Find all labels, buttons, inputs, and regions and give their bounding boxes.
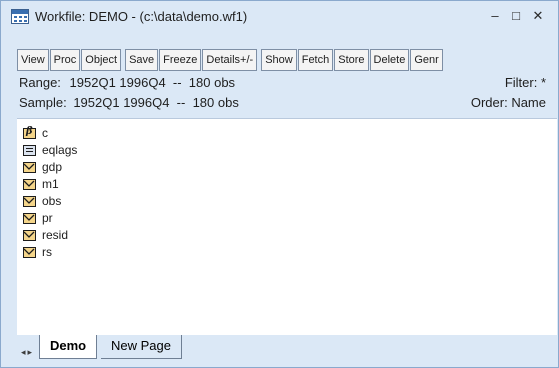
- tab-new-page[interactable]: New Page: [101, 335, 182, 359]
- maximize-button[interactable]: □: [505, 7, 527, 25]
- object-name: m1: [42, 177, 59, 191]
- series-icon: [23, 212, 36, 224]
- title-bar[interactable]: Workfile: DEMO - (c:\data\demo.wf1) – □ …: [1, 1, 558, 33]
- page-tab-bar: ◂▸ Demo New Page: [17, 335, 557, 365]
- series-icon: [23, 195, 36, 207]
- series-icon: [23, 246, 36, 258]
- range-info: Range: 1952Q1 1996Q4 -- 180 obs: [19, 75, 235, 90]
- sample-info: Sample: 1952Q1 1996Q4 -- 180 obs: [19, 95, 239, 110]
- object-name: resid: [42, 228, 69, 242]
- tab-demo[interactable]: Demo: [39, 335, 98, 359]
- list-item[interactable]: m1: [23, 178, 59, 190]
- sample-label: Sample:: [19, 95, 67, 110]
- list-item[interactable]: gdp: [23, 161, 62, 173]
- object-button[interactable]: Object: [81, 49, 122, 71]
- order-info: Order: Name: [470, 95, 546, 110]
- list-item[interactable]: obs: [23, 195, 61, 207]
- object-name: obs: [42, 194, 62, 208]
- toolbar: View Proc Object Save Freeze Details+/- …: [17, 49, 444, 71]
- store-button[interactable]: Store: [334, 49, 369, 71]
- close-button[interactable]: ✕: [527, 7, 549, 25]
- freeze-button[interactable]: Freeze: [159, 49, 202, 71]
- list-item[interactable]: eqlags: [23, 144, 77, 156]
- list-item[interactable]: resid: [23, 229, 68, 241]
- object-name: pr: [42, 211, 53, 225]
- series-icon: [23, 161, 36, 173]
- list-item[interactable]: rs: [23, 246, 52, 258]
- object-list: β c eqlags gdp m1 obs pr resid rs: [17, 118, 557, 336]
- filter-info: Filter: *: [504, 75, 546, 90]
- genr-button[interactable]: Genr: [410, 49, 443, 71]
- tab-scroll-arrows-icon[interactable]: ◂▸: [21, 347, 34, 358]
- object-name: c: [42, 126, 48, 140]
- workfile-icon: [11, 9, 29, 24]
- list-item[interactable]: pr: [23, 212, 53, 224]
- object-name: gdp: [42, 160, 63, 174]
- minimize-button[interactable]: –: [484, 7, 506, 25]
- delete-button[interactable]: Delete: [369, 49, 410, 71]
- details-button[interactable]: Details+/-: [202, 49, 258, 71]
- save-button[interactable]: Save: [125, 49, 159, 71]
- range-label: Range:: [19, 75, 61, 90]
- fetch-button[interactable]: Fetch: [297, 49, 334, 71]
- window-title: Workfile: DEMO - (c:\data\demo.wf1): [35, 9, 248, 24]
- equation-icon: [23, 144, 36, 156]
- view-button[interactable]: View: [17, 49, 49, 71]
- show-button[interactable]: Show: [261, 49, 297, 71]
- series-icon: [23, 229, 36, 241]
- range-value: 1952Q1 1996Q4 -- 180 obs: [69, 75, 236, 90]
- sample-value: 1952Q1 1996Q4 -- 180 obs: [73, 95, 239, 110]
- workfile-window: Workfile: DEMO - (c:\data\demo.wf1) – □ …: [0, 0, 559, 368]
- list-item[interactable]: β c: [23, 126, 48, 140]
- object-name: eqlags: [42, 143, 78, 157]
- coef-icon: β: [23, 126, 36, 139]
- proc-button[interactable]: Proc: [49, 49, 81, 71]
- object-name: rs: [42, 245, 52, 259]
- series-icon: [23, 178, 36, 190]
